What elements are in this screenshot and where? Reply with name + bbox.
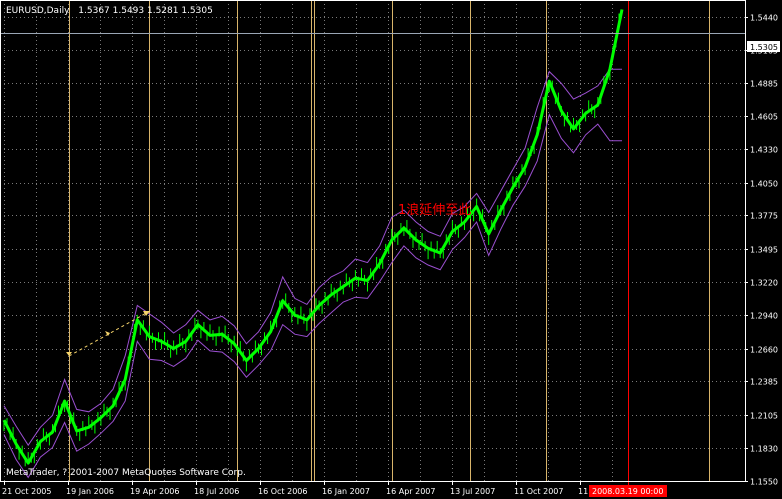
price-tick-label: 1.2940 <box>750 312 778 321</box>
price-tick-label: 1.1550 <box>750 478 778 487</box>
price-tick-label: 1.4605 <box>750 113 778 122</box>
chart-header: EURUSD,Daily 1.5367 1.5493 1.5281 1.5305 <box>6 6 213 16</box>
ohlc-values: 1.5367 1.5493 1.5281 1.5305 <box>78 6 213 16</box>
price-tick-label: 1.5440 <box>750 14 778 23</box>
price-tick-label: 1.4330 <box>750 146 778 155</box>
price-tick-label: 1.2105 <box>750 412 778 421</box>
time-tick-label: 11 Oct 2007 <box>514 487 563 496</box>
time-tick-label: 16 Jan 2007 <box>322 487 370 496</box>
time-tick-label: 16 Apr 2007 <box>386 487 435 496</box>
price-tick-label: 1.3495 <box>750 246 778 255</box>
price-axis: 1.54401.51651.48851.46051.43301.40501.37… <box>745 14 778 487</box>
price-tick-label: 1.2385 <box>750 378 778 387</box>
price-tick-label: 1.3220 <box>750 279 778 288</box>
price-tick-label: 1.3775 <box>750 212 778 221</box>
time-tick-label: 16 Oct 2006 <box>258 487 307 496</box>
cursor-time-label: 2008.03.19 00:00 <box>592 487 663 496</box>
current-price-label: 1.5305 <box>750 43 778 52</box>
time-tick-label: 19 Jan 2006 <box>66 487 114 496</box>
time-tick-label: 19 Apr 2006 <box>130 487 179 496</box>
price-chart[interactable]: 1.54401.51651.48851.46051.43301.40501.37… <box>0 0 782 499</box>
wave-annotation: 1浪延伸至此 <box>398 203 471 218</box>
price-tick-label: 1.1830 <box>750 445 778 454</box>
time-tick-label: 21 Oct 2005 <box>2 487 51 496</box>
symbol-label: EURUSD,Daily <box>6 6 70 16</box>
price-tick-label: 1.4885 <box>750 80 778 89</box>
time-tick-label: 11 <box>578 487 588 496</box>
price-tick-label: 1.4050 <box>750 180 778 189</box>
time-tick-label: 13 Jul 2007 <box>450 487 495 496</box>
copyright-text: MetaTrader, ? 2001-2007 MetaQuotes Softw… <box>6 468 246 478</box>
price-tick-label: 1.2660 <box>750 346 778 355</box>
time-tick-label: 18 Jul 2006 <box>194 487 239 496</box>
